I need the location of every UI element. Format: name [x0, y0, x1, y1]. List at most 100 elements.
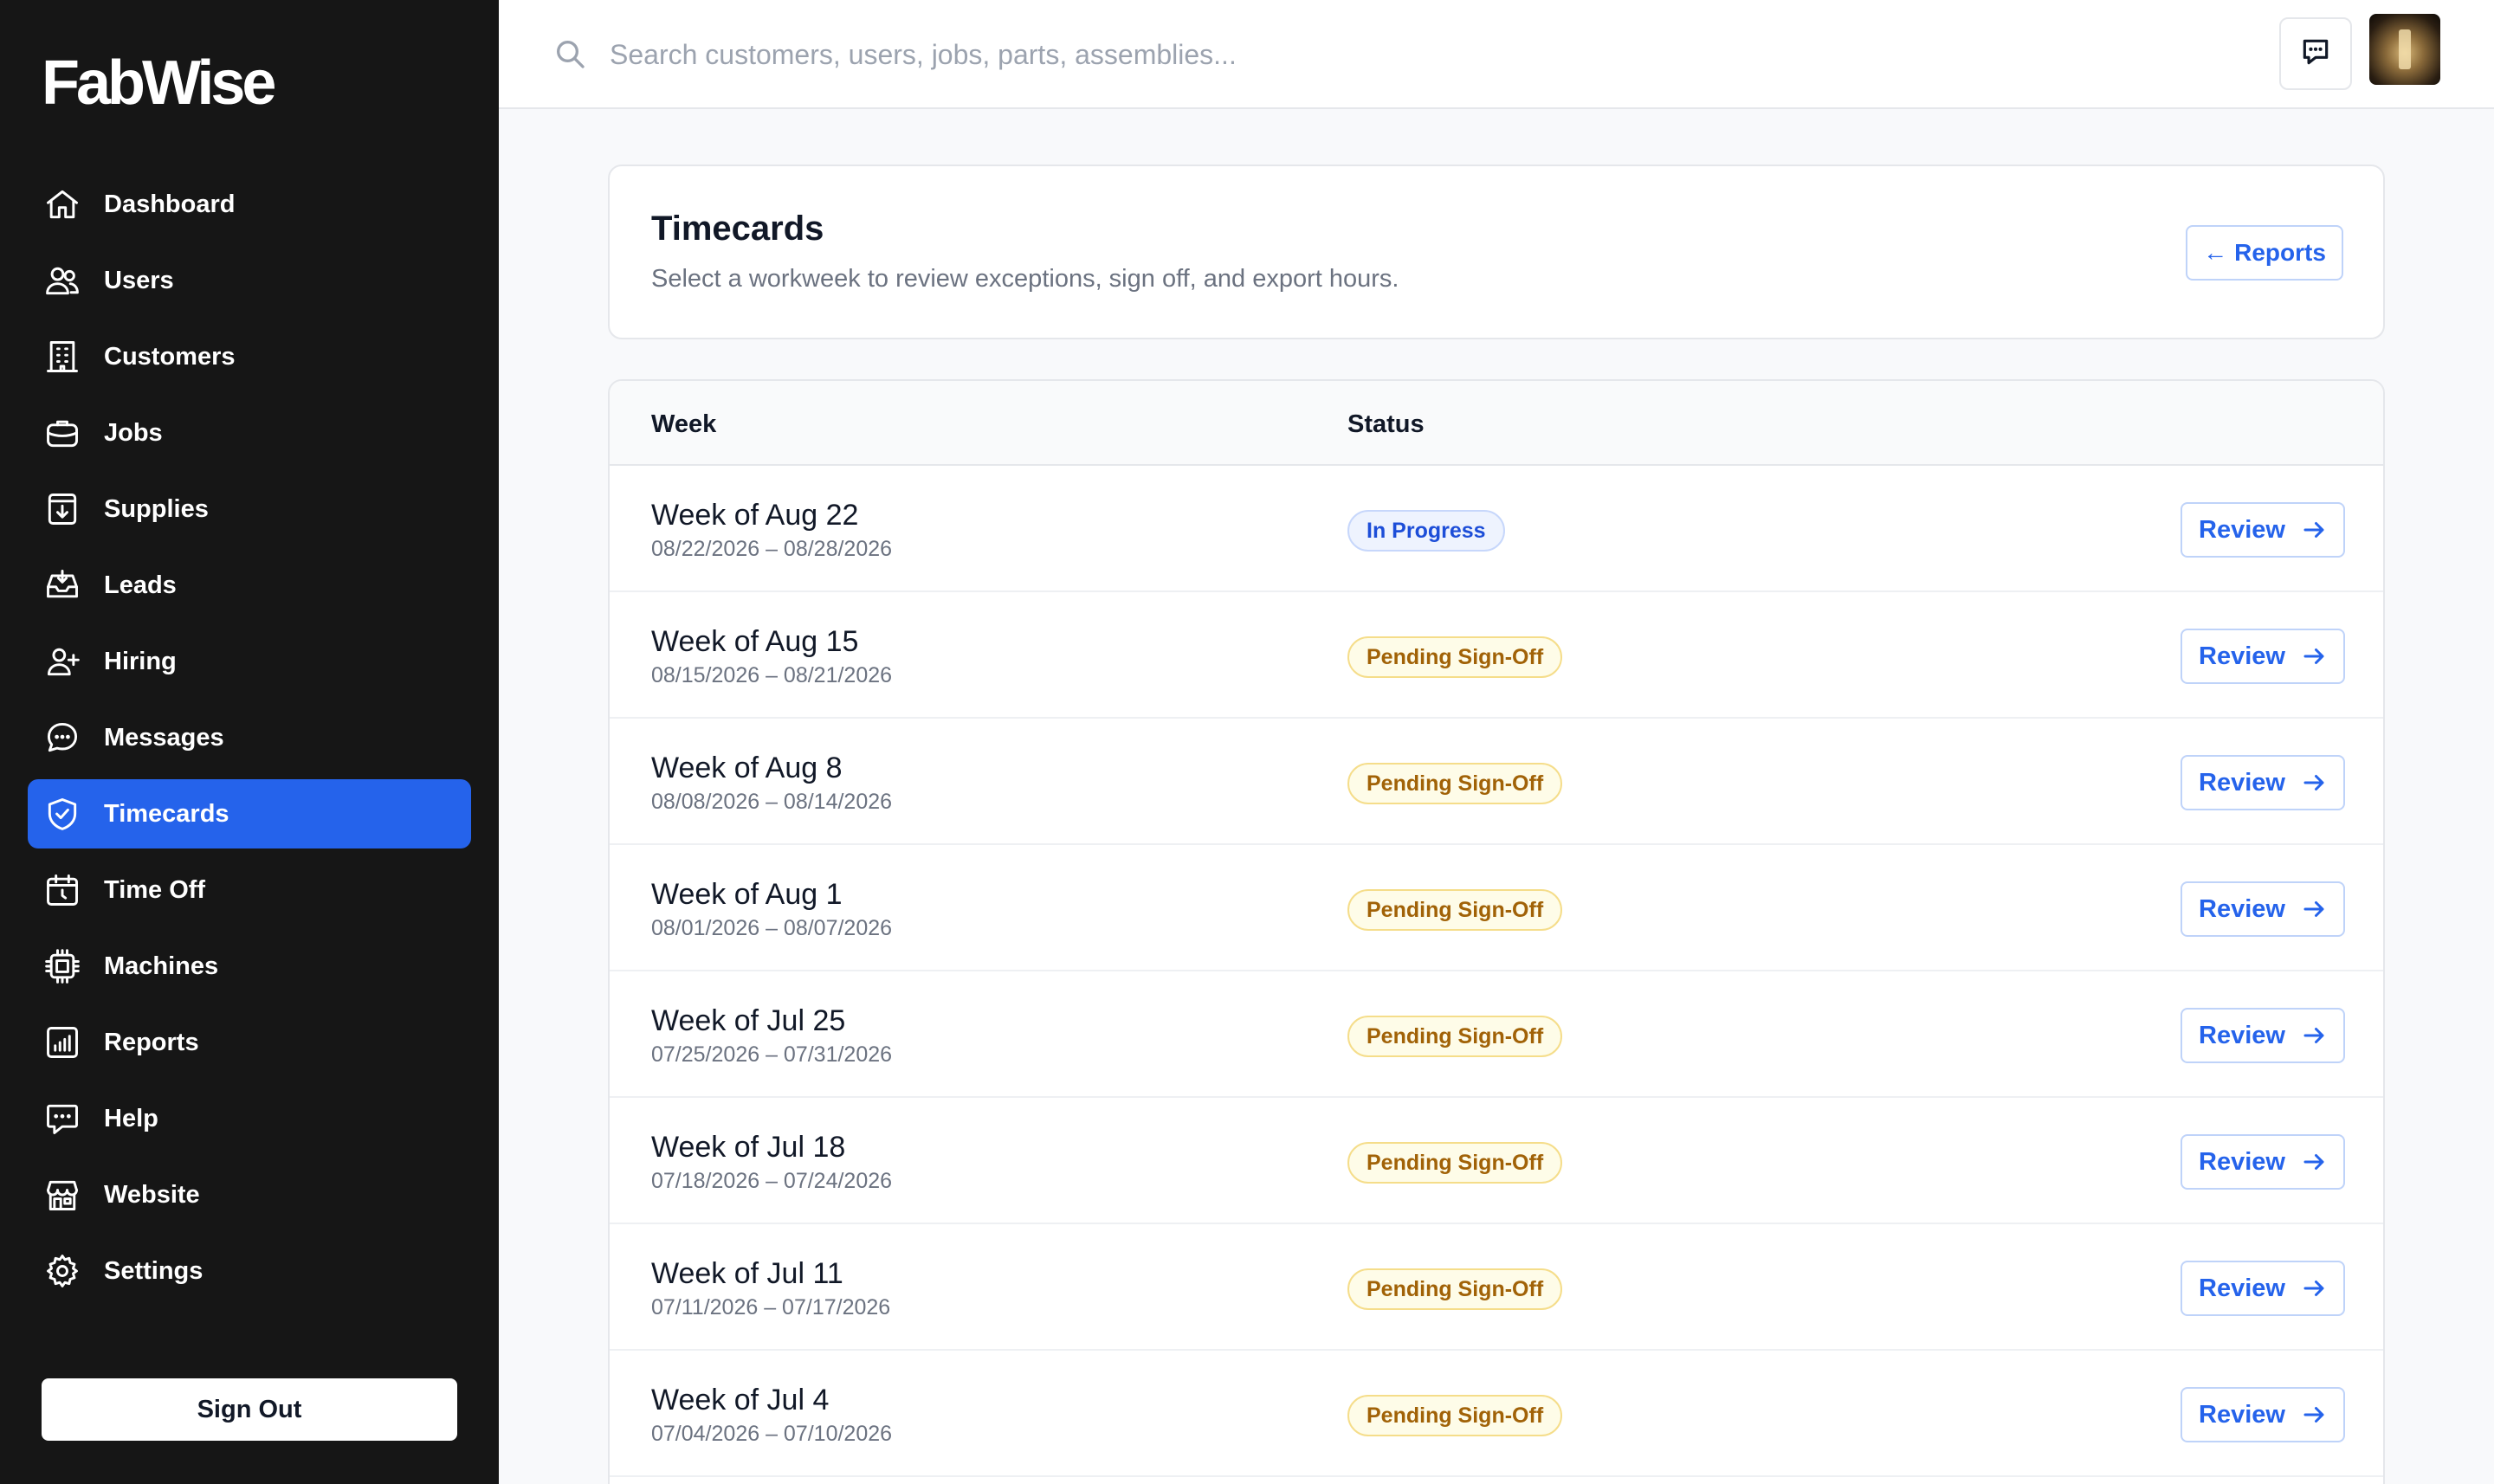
week-date-range: 08/22/2026 – 08/28/2026 — [651, 537, 893, 561]
sidebar-item-label: Supplies — [104, 494, 209, 523]
week-date-range: 08/08/2026 – 08/14/2026 — [651, 790, 893, 814]
table-row[interactable]: Week of Aug 1 08/01/2026 – 08/07/2026 Pe… — [610, 845, 2383, 971]
sidebar-item-label: Hiring — [104, 647, 177, 675]
review-button[interactable]: Review — [2181, 1261, 2345, 1316]
chat-bubble-icon — [43, 719, 81, 757]
column-header-week: Week — [651, 410, 717, 438]
sidebar-item-settings[interactable]: Settings — [28, 1236, 471, 1306]
table-body: Week of Aug 22 08/22/2026 – 08/28/2026 I… — [610, 466, 2383, 1477]
week-title: Week of Aug 15 — [651, 625, 859, 658]
sidebar-item-customers[interactable]: Customers — [28, 322, 471, 391]
sidebar-item-label: Dashboard — [104, 190, 236, 218]
week-title: Week of Aug 22 — [651, 499, 859, 532]
sidebar-item-dashboard[interactable]: Dashboard — [28, 170, 471, 239]
week-date-range: 08/15/2026 – 08/21/2026 — [651, 663, 893, 687]
arrow-right-icon — [2301, 1149, 2327, 1175]
sidebar-item-reports[interactable]: Reports — [28, 1008, 471, 1077]
sidebar-item-label: Settings — [104, 1256, 204, 1285]
archive-download-icon — [43, 490, 81, 528]
avatar[interactable] — [2369, 14, 2440, 85]
status-badge: Pending Sign-Off — [1347, 889, 1563, 931]
week-title: Week of Jul 11 — [651, 1257, 843, 1290]
sidebar-item-label: Messages — [104, 723, 224, 752]
sidebar: FabWise Dashboard Users Customers Jobs S… — [0, 0, 499, 1484]
table-row[interactable]: Week of Aug 8 08/08/2026 – 08/14/2026 Pe… — [610, 719, 2383, 845]
review-button[interactable]: Review — [2181, 629, 2345, 684]
week-title: Week of Jul 18 — [651, 1131, 846, 1164]
review-button[interactable]: Review — [2181, 1134, 2345, 1190]
sign-out-button[interactable]: Sign Out — [42, 1378, 457, 1441]
sidebar-item-users[interactable]: Users — [28, 246, 471, 315]
review-button[interactable]: Review — [2181, 755, 2345, 810]
review-button[interactable]: Review — [2181, 1387, 2345, 1442]
reports-button-label: Reports — [2234, 239, 2326, 266]
sidebar-item-label: Help — [104, 1104, 158, 1132]
week-title: Week of Aug 8 — [651, 752, 843, 784]
status-badge: Pending Sign-Off — [1347, 636, 1563, 678]
sidebar-item-supplies[interactable]: Supplies — [28, 474, 471, 544]
sidebar-item-leads[interactable]: Leads — [28, 551, 471, 620]
sidebar-item-machines[interactable]: Machines — [28, 932, 471, 1001]
sidebar-item-label: Reports — [104, 1028, 199, 1056]
sidebar-item-messages[interactable]: Messages — [28, 703, 471, 772]
review-button[interactable]: Review — [2181, 1008, 2345, 1063]
user-plus-icon — [43, 642, 81, 681]
column-header-status: Status — [1347, 410, 1425, 438]
review-button-label: Review — [2199, 768, 2285, 797]
back-to-reports-button[interactable]: ← Reports — [2186, 225, 2343, 281]
arrow-right-icon — [2301, 1402, 2327, 1428]
page-title: Timecards — [651, 210, 824, 248]
sidebar-item-label: Users — [104, 266, 174, 294]
review-button-label: Review — [2199, 1400, 2285, 1429]
table-row[interactable]: Week of Jul 25 07/25/2026 – 07/31/2026 P… — [610, 971, 2383, 1098]
sidebar-item-label: Leads — [104, 571, 177, 599]
review-button[interactable]: Review — [2181, 881, 2345, 937]
arrow-left-icon: ← — [2203, 239, 2228, 266]
sidebar-item-label: Time Off — [104, 875, 206, 904]
week-title: Week of Jul 4 — [651, 1384, 830, 1416]
search-input[interactable] — [610, 31, 1735, 78]
review-button-label: Review — [2199, 1274, 2285, 1302]
sidebar-item-time-off[interactable]: Time Off — [28, 855, 471, 925]
page-subtitle: Select a workweek to review exceptions, … — [651, 265, 1399, 293]
timecards-table: Week Status Week of Aug 22 08/22/2026 – … — [608, 379, 2385, 1484]
sidebar-item-jobs[interactable]: Jobs — [28, 398, 471, 468]
table-row[interactable]: Week of Jul 18 07/18/2026 – 07/24/2026 P… — [610, 1098, 2383, 1224]
week-date-range: 07/04/2026 – 07/10/2026 — [651, 1422, 893, 1446]
status-badge: In Progress — [1347, 510, 1505, 552]
arrow-right-icon — [2301, 770, 2327, 796]
status-badge: Pending Sign-Off — [1347, 763, 1563, 804]
inbox-icon — [43, 566, 81, 604]
shield-check-icon — [43, 795, 81, 833]
table-row[interactable]: Week of Aug 15 08/15/2026 – 08/21/2026 P… — [610, 592, 2383, 719]
brand-logo[interactable]: FabWise — [42, 48, 276, 118]
table-row[interactable]: Week of Aug 22 08/22/2026 – 08/28/2026 I… — [610, 466, 2383, 592]
week-date-range: 07/18/2026 – 07/24/2026 — [651, 1169, 893, 1193]
users-icon — [43, 261, 81, 300]
status-badge: Pending Sign-Off — [1347, 1395, 1563, 1436]
sidebar-item-hiring[interactable]: Hiring — [28, 627, 471, 696]
storefront-icon — [43, 1176, 81, 1214]
help-chat-icon — [43, 1100, 81, 1138]
arrow-right-icon — [2301, 896, 2327, 922]
arrow-right-icon — [2301, 517, 2327, 543]
messages-button[interactable] — [2279, 17, 2352, 90]
sidebar-item-label: Jobs — [104, 418, 163, 447]
week-title: Week of Aug 1 — [651, 878, 843, 911]
page-header-card: Timecards Select a workweek to review ex… — [608, 165, 2385, 339]
table-row[interactable]: Week of Jul 11 07/11/2026 – 07/17/2026 P… — [610, 1224, 2383, 1351]
sidebar-item-timecards[interactable]: Timecards — [28, 779, 471, 848]
sidebar-item-website[interactable]: Website — [28, 1160, 471, 1229]
review-button[interactable]: Review — [2181, 502, 2345, 558]
review-button-label: Review — [2199, 515, 2285, 544]
calendar-clock-icon — [43, 871, 81, 909]
week-date-range: 07/11/2026 – 07/17/2026 — [651, 1295, 891, 1319]
sidebar-item-help[interactable]: Help — [28, 1084, 471, 1153]
briefcase-icon — [43, 414, 81, 452]
cpu-chip-icon — [43, 947, 81, 985]
sidebar-item-label: Customers — [104, 342, 236, 371]
week-title: Week of Jul 25 — [651, 1004, 846, 1037]
table-row[interactable]: Week of Jul 4 07/04/2026 – 07/10/2026 Pe… — [610, 1351, 2383, 1477]
review-button-label: Review — [2199, 894, 2285, 923]
arrow-right-icon — [2301, 643, 2327, 669]
